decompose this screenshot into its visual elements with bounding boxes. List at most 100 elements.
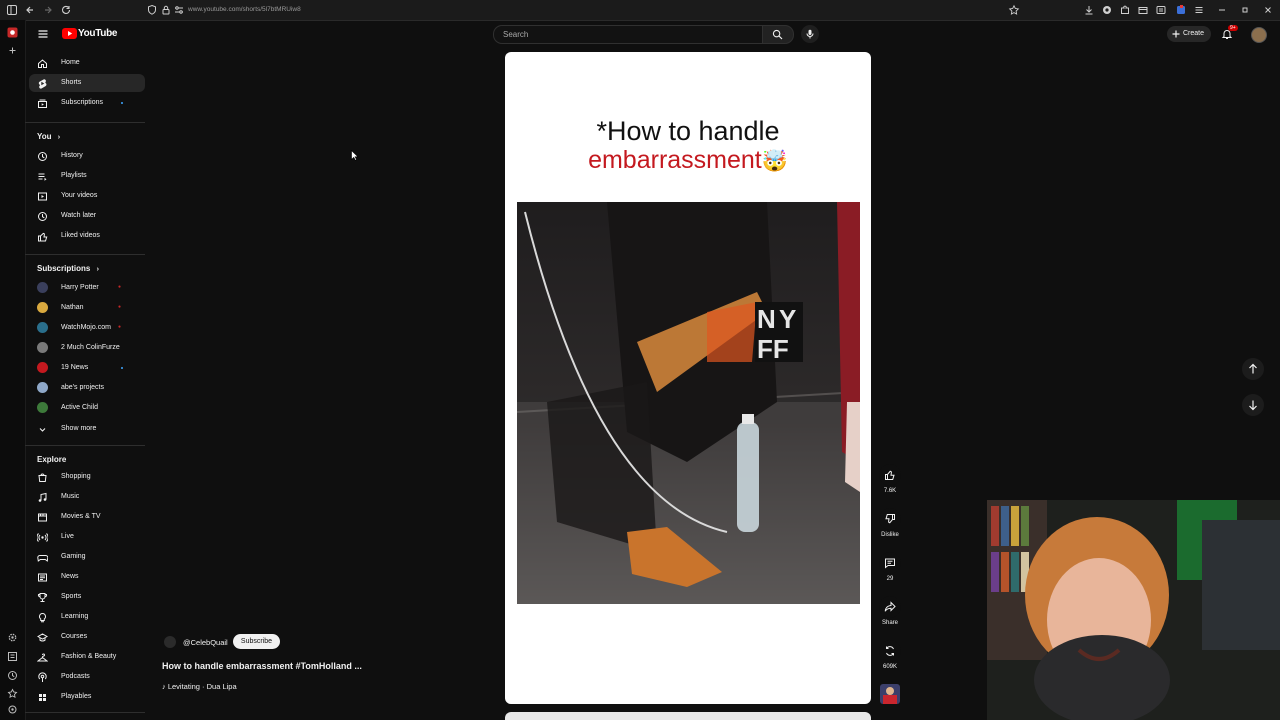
- extension-puzzle-icon[interactable]: [1119, 4, 1131, 16]
- share-button[interactable]: Share: [878, 596, 902, 626]
- music-link[interactable]: ♪ Levitating · Dua Lipa: [162, 682, 237, 691]
- extension-circle-icon[interactable]: [1101, 4, 1113, 16]
- sidebar-item-live[interactable]: Live: [29, 528, 145, 546]
- arrow-up-icon: [1249, 363, 1257, 374]
- remix-button[interactable]: 609K: [878, 640, 902, 670]
- sidebar-divider: [25, 445, 145, 446]
- create-button[interactable]: Create: [1167, 26, 1211, 42]
- search-input[interactable]: Search: [493, 25, 762, 44]
- sidebar-item-home[interactable]: Home: [29, 54, 145, 72]
- browser-toolbar: www.youtube.com/shorts/5l7btMRUiw8: [0, 0, 1280, 21]
- channel-avatar[interactable]: [164, 636, 176, 648]
- forward-icon[interactable]: [42, 4, 54, 16]
- extension-colored-icon[interactable]: [1175, 4, 1187, 16]
- sidebar-item-label: Shorts: [61, 79, 82, 86]
- sidebar-item-music[interactable]: Music: [29, 488, 145, 506]
- sidebar-item-podcasts[interactable]: Podcasts: [29, 668, 145, 686]
- back-icon[interactable]: [24, 4, 36, 16]
- short-video-frame[interactable]: N Y FF: [517, 202, 860, 604]
- extension-box-icon[interactable]: [1137, 4, 1149, 16]
- sidebar-item-sports[interactable]: Sports: [29, 588, 145, 606]
- add-icon[interactable]: [7, 45, 18, 56]
- channel-name[interactable]: @CelebQuail: [183, 638, 228, 647]
- site-settings-icon[interactable]: [173, 4, 185, 16]
- sidebar-item-label: Fashion & Beauty: [61, 653, 117, 660]
- minimize-icon[interactable]: [1216, 4, 1228, 16]
- notifications-button[interactable]: 9+: [1221, 25, 1238, 40]
- reader-view-icon[interactable]: [1155, 4, 1167, 16]
- like-button[interactable]: 7.6K: [878, 464, 902, 494]
- sidebar-toggle-icon[interactable]: [6, 4, 18, 16]
- sidebar-item-playables[interactable]: Playables: [29, 688, 145, 706]
- sidebar-item-label: News: [61, 573, 79, 580]
- thumbs-up-icon: [885, 470, 895, 480]
- address-bar[interactable]: www.youtube.com/shorts/5l7btMRUiw8: [188, 6, 301, 13]
- lock-icon[interactable]: [160, 4, 172, 16]
- sidebar-item-label: Active Child: [61, 404, 98, 411]
- bookmark-star-icon[interactable]: [1008, 4, 1020, 16]
- channel-avatar: [37, 302, 48, 313]
- shorts-player[interactable]: *How to handle embarrassment🤯 N Y FF: [505, 52, 871, 704]
- sidebar-sub-nathan[interactable]: Nathan ●: [29, 299, 145, 317]
- sidebar-item-watch-later[interactable]: Watch later: [29, 207, 145, 225]
- shopping-icon: [38, 473, 47, 482]
- next-short-preview[interactable]: [505, 712, 871, 720]
- settings-gear-icon[interactable]: [7, 632, 18, 643]
- sidebar-sub-19-news[interactable]: 19 News: [29, 359, 145, 377]
- sidebar-item-fashion-beauty[interactable]: Fashion & Beauty: [29, 648, 145, 666]
- sidebar-sub-2-much-colinfurze[interactable]: 2 Much ColinFurze: [29, 339, 145, 357]
- sidebar-item-subscriptions[interactable]: Subscriptions: [29, 94, 145, 112]
- shield-icon[interactable]: [146, 4, 158, 16]
- sidebar-item-courses[interactable]: Courses: [29, 628, 145, 646]
- short-caption-line2: embarrassment🤯: [505, 146, 871, 175]
- short-title[interactable]: How to handle embarrassment #TomHolland …: [162, 661, 362, 671]
- sidebar-item-label: Podcasts: [61, 673, 90, 680]
- hamburger-menu-icon[interactable]: [37, 28, 49, 40]
- sidebar-sub-harry-potter[interactable]: Harry Potter ●: [29, 279, 145, 297]
- rail-settings-icon[interactable]: [7, 704, 18, 715]
- subscribe-button[interactable]: Subscribe: [233, 634, 280, 649]
- reload-icon[interactable]: [60, 4, 72, 16]
- dislike-button[interactable]: Dislike: [878, 508, 902, 538]
- previous-short-button[interactable]: [1242, 358, 1264, 380]
- sidebar-item-label: Sports: [61, 593, 82, 600]
- sidebar-item-liked-videos[interactable]: Liked videos: [29, 227, 145, 245]
- arrow-down-icon: [1249, 400, 1257, 411]
- workspace-icon[interactable]: [7, 27, 18, 38]
- sidebar-item-news[interactable]: News: [29, 568, 145, 586]
- account-avatar[interactable]: [1251, 27, 1267, 43]
- sound-thumbnail[interactable]: [880, 684, 900, 704]
- voice-search-button[interactable]: [801, 25, 819, 43]
- history-clock-icon[interactable]: [7, 670, 18, 681]
- search-icon: [772, 29, 783, 40]
- sidebar-item-shorts[interactable]: Shorts: [29, 74, 145, 92]
- svg-text:FF: FF: [757, 334, 789, 364]
- reading-list-icon[interactable]: [7, 651, 18, 662]
- mouse-cursor-icon: [351, 150, 359, 161]
- you-section-header[interactable]: You ›: [37, 132, 60, 141]
- sidebar-item-shopping[interactable]: Shopping: [29, 468, 145, 486]
- comments-button[interactable]: 29: [878, 552, 902, 582]
- sidebar-item-your-videos[interactable]: Your videos: [29, 187, 145, 205]
- sidebar-item-movies-tv[interactable]: Movies & TV: [29, 508, 145, 526]
- short-caption-line1: *How to handle: [596, 116, 780, 146]
- close-window-icon[interactable]: [1262, 4, 1274, 16]
- show-more-button[interactable]: Show more: [29, 420, 145, 438]
- sidebar-item-label: Your videos: [61, 192, 98, 199]
- sidebar-sub-abe-s-projects[interactable]: abe's projects: [29, 379, 145, 397]
- download-icon[interactable]: [1083, 4, 1095, 16]
- menu-icon[interactable]: [1193, 4, 1205, 16]
- short-caption-emoji: 🤯: [761, 150, 788, 173]
- maximize-icon[interactable]: [1239, 4, 1251, 16]
- search-button[interactable]: [762, 25, 794, 44]
- sidebar-item-learning[interactable]: Learning: [29, 608, 145, 626]
- subscriptions-section-header[interactable]: Subscriptions ›: [37, 264, 99, 273]
- sidebar-sub-watchmojo-com[interactable]: WatchMojo.com ●: [29, 319, 145, 337]
- subscriptions-icon: [38, 99, 47, 108]
- bookmarks-icon[interactable]: [7, 688, 18, 699]
- sidebar-item-gaming[interactable]: Gaming: [29, 548, 145, 566]
- sidebar-item-playlists[interactable]: Playlists: [29, 167, 145, 185]
- sidebar-sub-active-child[interactable]: Active Child: [29, 399, 145, 417]
- next-short-button[interactable]: [1242, 394, 1264, 416]
- sidebar-item-history[interactable]: History: [29, 147, 145, 165]
